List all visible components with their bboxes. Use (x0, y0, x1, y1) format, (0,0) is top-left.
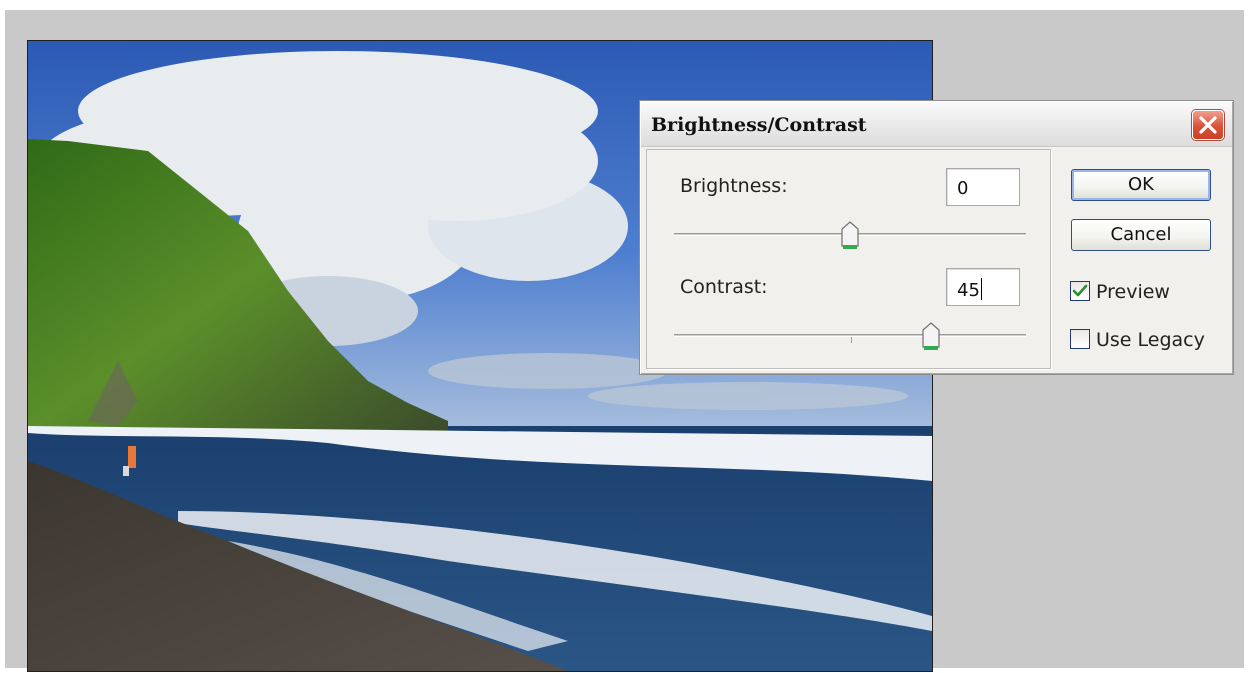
contrast-value: 45 (957, 280, 980, 301)
cancel-button[interactable]: Cancel (1071, 219, 1211, 251)
use-legacy-checkbox[interactable] (1070, 329, 1090, 349)
checkmark-icon (1072, 284, 1088, 297)
preview-checkbox[interactable] (1070, 281, 1090, 301)
contrast-slider-thumb[interactable] (922, 322, 940, 352)
use-legacy-label[interactable]: Use Legacy (1096, 329, 1205, 351)
slider-thumb-icon (841, 221, 859, 249)
brightness-input[interactable]: 0 (946, 168, 1020, 206)
close-icon (1199, 116, 1217, 134)
dialog-titlebar[interactable]: Brightness/Contrast (641, 102, 1232, 147)
brightness-value: 0 (957, 178, 969, 199)
contrast-input[interactable]: 45 (946, 268, 1020, 306)
contrast-slider-track[interactable] (674, 334, 1026, 337)
brightness-label: Brightness: (680, 175, 788, 197)
brightness-slider-thumb[interactable] (841, 221, 859, 251)
preview-label[interactable]: Preview (1096, 281, 1170, 303)
slider-thumb-icon (922, 322, 940, 350)
contrast-label: Contrast: (680, 276, 768, 298)
close-button[interactable] (1192, 110, 1224, 140)
dialog-title: Brightness/Contrast (651, 114, 867, 136)
contrast-slider-tick (851, 337, 852, 343)
ok-button[interactable]: OK (1071, 169, 1211, 201)
text-caret (980, 278, 982, 300)
brightness-contrast-dialog: Brightness/Contrast Brightness: 0 Contra… (639, 100, 1234, 375)
